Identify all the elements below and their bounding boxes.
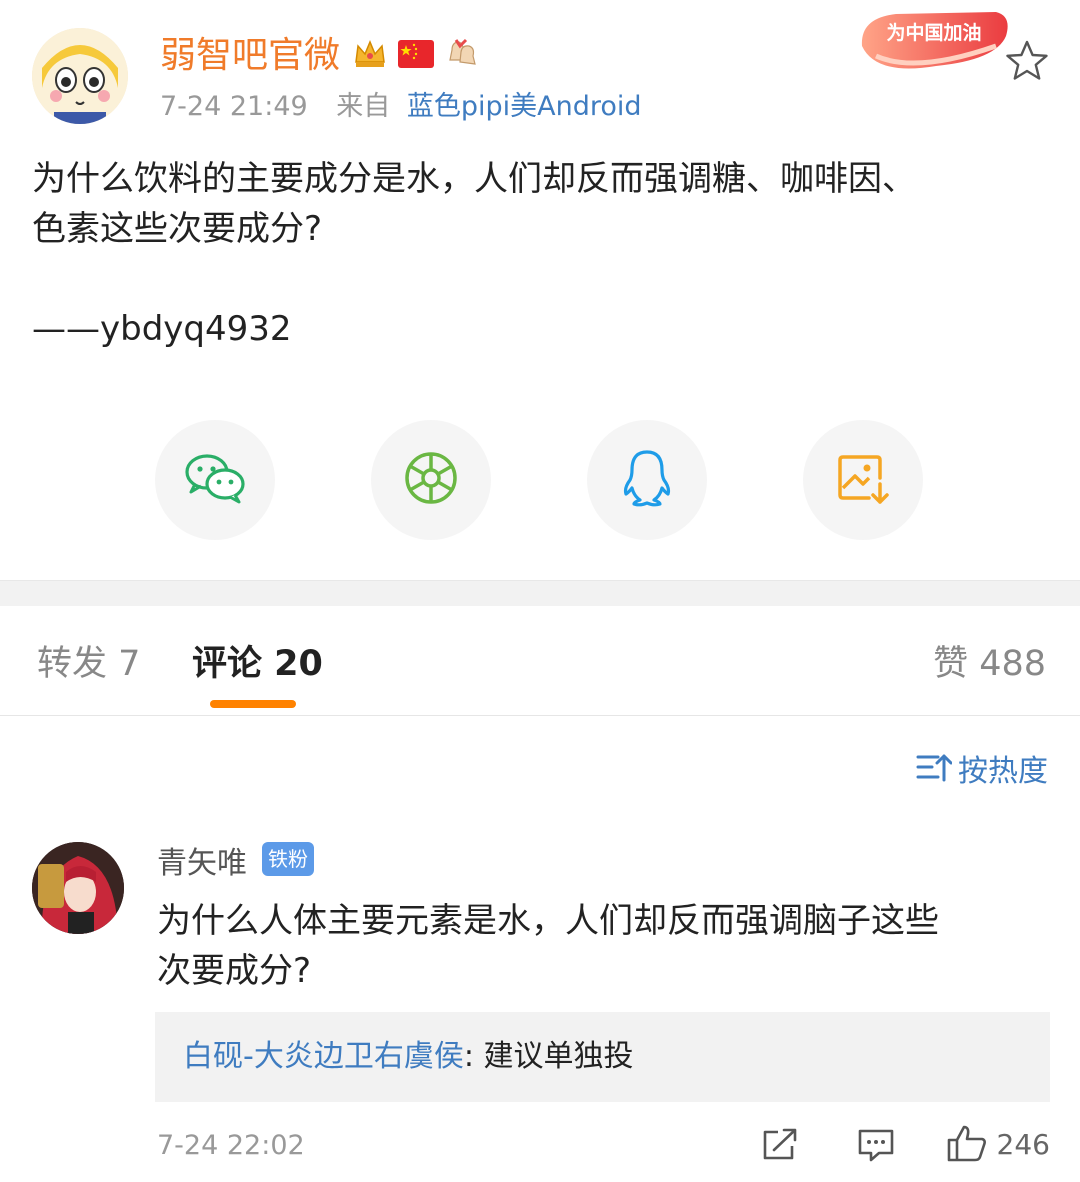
moments-icon	[402, 449, 460, 511]
post-meta: 7-24 21:49 来自 蓝色pipi美Android	[160, 90, 642, 124]
reply-comment-icon[interactable]	[851, 1120, 901, 1170]
section-divider	[0, 580, 1080, 606]
post-signature: ——ybdyq4932	[32, 309, 292, 349]
repost-icon[interactable]	[755, 1120, 805, 1170]
post-text: 为什么饮料的主要成分是水，人们却反而强调糖、咖啡因、 色素这些次要成分?	[32, 159, 916, 249]
commenter-avatar[interactable]	[32, 842, 124, 934]
like-count: 246	[996, 1128, 1050, 1161]
comment-text: 为什么人体主要元素是水，人们却反而强调脑子这些 次要成分?	[157, 901, 939, 991]
author-avatar[interactable]	[32, 28, 128, 124]
sort-icon	[916, 752, 953, 792]
author-badges	[352, 36, 480, 72]
bells-icon	[444, 36, 480, 72]
share-row	[0, 420, 1080, 544]
tab-like[interactable]: 赞 488	[933, 642, 1046, 686]
crown-icon	[352, 36, 388, 72]
promo-label: 为中国加油	[886, 21, 981, 44]
author-name[interactable]: 弱智吧官微	[160, 34, 340, 78]
post-source[interactable]: 蓝色pipi美Android	[407, 91, 642, 122]
share-wechat-button[interactable]	[155, 420, 275, 540]
share-qq-button[interactable]	[587, 420, 707, 540]
active-tab-indicator	[210, 700, 296, 708]
tab-repost[interactable]: 转发 7	[37, 642, 140, 686]
commenter-name[interactable]: 青矢唯	[157, 844, 247, 884]
post-content: 为什么饮料的主要成分是水，人们却反而强调糖、咖啡因、 色素这些次要成分?	[32, 154, 1048, 254]
share-moments-button[interactable]	[371, 420, 491, 540]
comment-time: 7-24 22:02	[157, 1130, 305, 1161]
favorite-star-icon[interactable]	[1004, 38, 1050, 84]
wechat-icon	[183, 450, 247, 510]
post-time: 7-24 21:49	[160, 91, 308, 122]
reply-text: 建议单独投	[483, 1039, 634, 1074]
sort-by-hot-button[interactable]: 按热度	[916, 752, 1048, 792]
china-flag-icon	[398, 36, 434, 72]
post-tabs: 转发 7 评论 20 赞 488	[0, 606, 1080, 716]
like-button[interactable]: 246	[947, 1120, 1050, 1170]
fan-badge: 铁粉	[262, 842, 314, 876]
tab-comment[interactable]: 评论 20	[192, 642, 323, 686]
sort-label: 按热度	[958, 754, 1048, 789]
thumbs-up-icon	[947, 1124, 987, 1166]
save-image-icon	[835, 450, 891, 510]
comment-actions: 246	[709, 1120, 1050, 1170]
promo-badge[interactable]: 为中国加油	[856, 6, 1012, 78]
qq-icon	[620, 448, 674, 512]
post-header: 弱智吧官微 7-24 21:49 来自 蓝色pipi美Android 为中国加油	[0, 0, 1080, 140]
save-image-button[interactable]	[803, 420, 923, 540]
reply-separator: :	[463, 1039, 484, 1074]
from-label: 来自	[336, 91, 391, 122]
reply-author[interactable]: 白砚-大炎边卫右虞侯	[183, 1039, 464, 1074]
reply-preview[interactable]: 白砚-大炎边卫右虞侯: 建议单独投	[155, 1012, 1050, 1102]
